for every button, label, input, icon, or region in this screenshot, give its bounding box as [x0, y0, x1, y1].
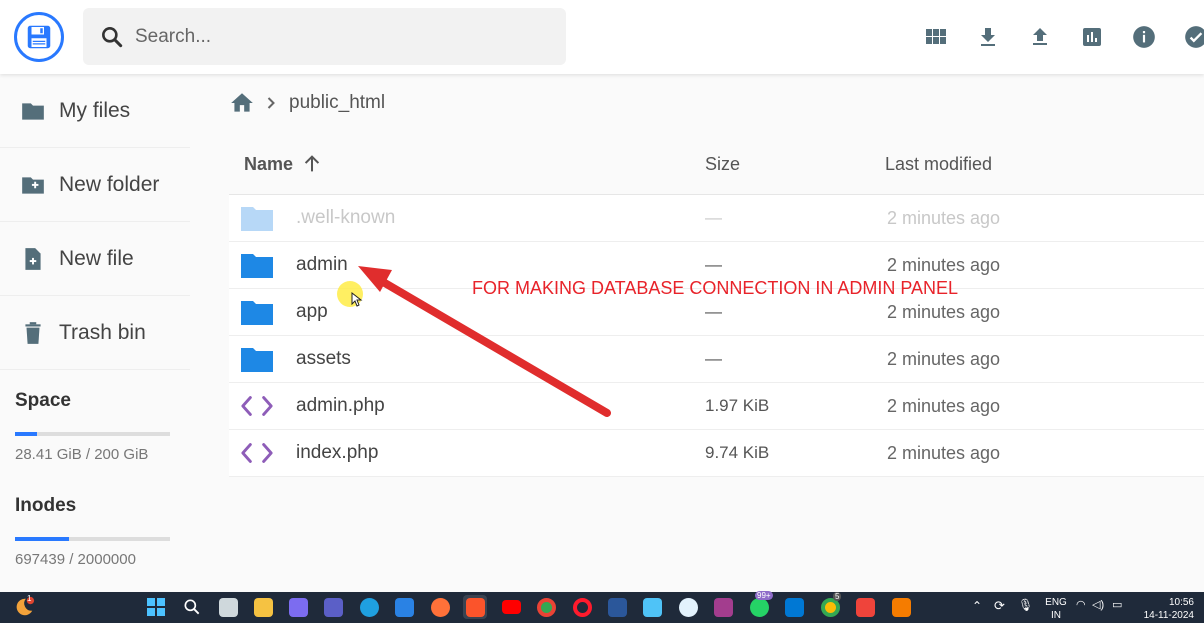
edge-icon: [359, 597, 379, 617]
store-button[interactable]: [392, 595, 416, 619]
file-manager-app: My files New folder New file: [0, 0, 1204, 592]
firefox-button[interactable]: [428, 595, 452, 619]
search-icon: [184, 599, 200, 615]
youtube-icon: [501, 600, 521, 614]
language-bottom[interactable]: IN: [1042, 610, 1070, 621]
winrar-button[interactable]: [711, 595, 735, 619]
clock-time[interactable]: 10:56: [1134, 597, 1194, 608]
word-icon: [607, 597, 627, 617]
windows-icon: [147, 598, 165, 616]
youtube-button[interactable]: [499, 595, 523, 619]
notification-count: 1: [27, 594, 32, 603]
notepad-icon: [642, 597, 662, 617]
annotation-arrow: [351, 266, 611, 417]
chrome-icon: [536, 597, 556, 617]
whatsapp-icon: [749, 597, 769, 617]
vscode-button[interactable]: [782, 595, 806, 619]
battery-icon[interactable]: ▭: [1112, 600, 1122, 611]
clock-date[interactable]: 14-11-2024: [1134, 610, 1194, 621]
taskbar-search-button[interactable]: [180, 595, 204, 619]
notepad-button[interactable]: [640, 595, 664, 619]
word-button[interactable]: [605, 595, 629, 619]
teams-icon: [323, 597, 343, 617]
task-view-button[interactable]: [216, 595, 240, 619]
weather-widget[interactable]: 1: [12, 594, 36, 619]
system-tray: ⌃ ⟳ 🎙 ENG IN ◠ ◁) ▭ 10:56 14-11-2024: [964, 592, 1204, 623]
copilot-button[interactable]: [286, 595, 310, 619]
wifi-icon[interactable]: ◠: [1076, 600, 1086, 611]
edge-button[interactable]: [357, 595, 381, 619]
whatsapp-badge: 99+: [755, 591, 773, 600]
app-icon: [678, 597, 698, 617]
chevron-up-icon[interactable]: ⌃: [972, 600, 982, 612]
file-explorer-icon: [253, 597, 273, 617]
opera-button[interactable]: [570, 595, 594, 619]
refresh-icon[interactable]: ⟳: [994, 599, 1005, 612]
app-store-button[interactable]: [676, 595, 700, 619]
task-view-icon: [218, 597, 238, 617]
copilot-icon: [288, 597, 308, 617]
file-explorer-button[interactable]: [251, 595, 275, 619]
recorder-icon: [891, 597, 911, 617]
moon-icon: [16, 596, 35, 616]
whatsapp-button[interactable]: 99+: [747, 591, 773, 619]
firefox-icon: [430, 597, 450, 617]
chrome-profile-button[interactable]: 5: [818, 592, 842, 619]
brave-icon: [465, 597, 485, 617]
windows-taskbar: 1 99+ 5 ⌃ ⟳ 🎙 ENG IN ◠ ◁) ▭ 10:56 14-11-…: [0, 591, 1204, 623]
microphone-icon[interactable]: 🎙: [1018, 599, 1033, 611]
language-top[interactable]: ENG: [1042, 597, 1070, 608]
store-icon: [394, 597, 414, 617]
volume-icon[interactable]: ◁): [1092, 600, 1104, 611]
brave-button[interactable]: [463, 595, 487, 619]
winrar-icon: [713, 597, 733, 617]
screen-recorder-button[interactable]: [889, 595, 913, 619]
opera-icon: [572, 597, 592, 617]
chrome-button[interactable]: [534, 595, 558, 619]
teams-button[interactable]: [321, 595, 345, 619]
start-button[interactable]: [144, 595, 168, 619]
anydesk-icon: [855, 597, 875, 617]
vscode-icon: [784, 597, 804, 617]
chrome-badge: 5: [833, 592, 842, 601]
anydesk-button[interactable]: [853, 595, 877, 619]
